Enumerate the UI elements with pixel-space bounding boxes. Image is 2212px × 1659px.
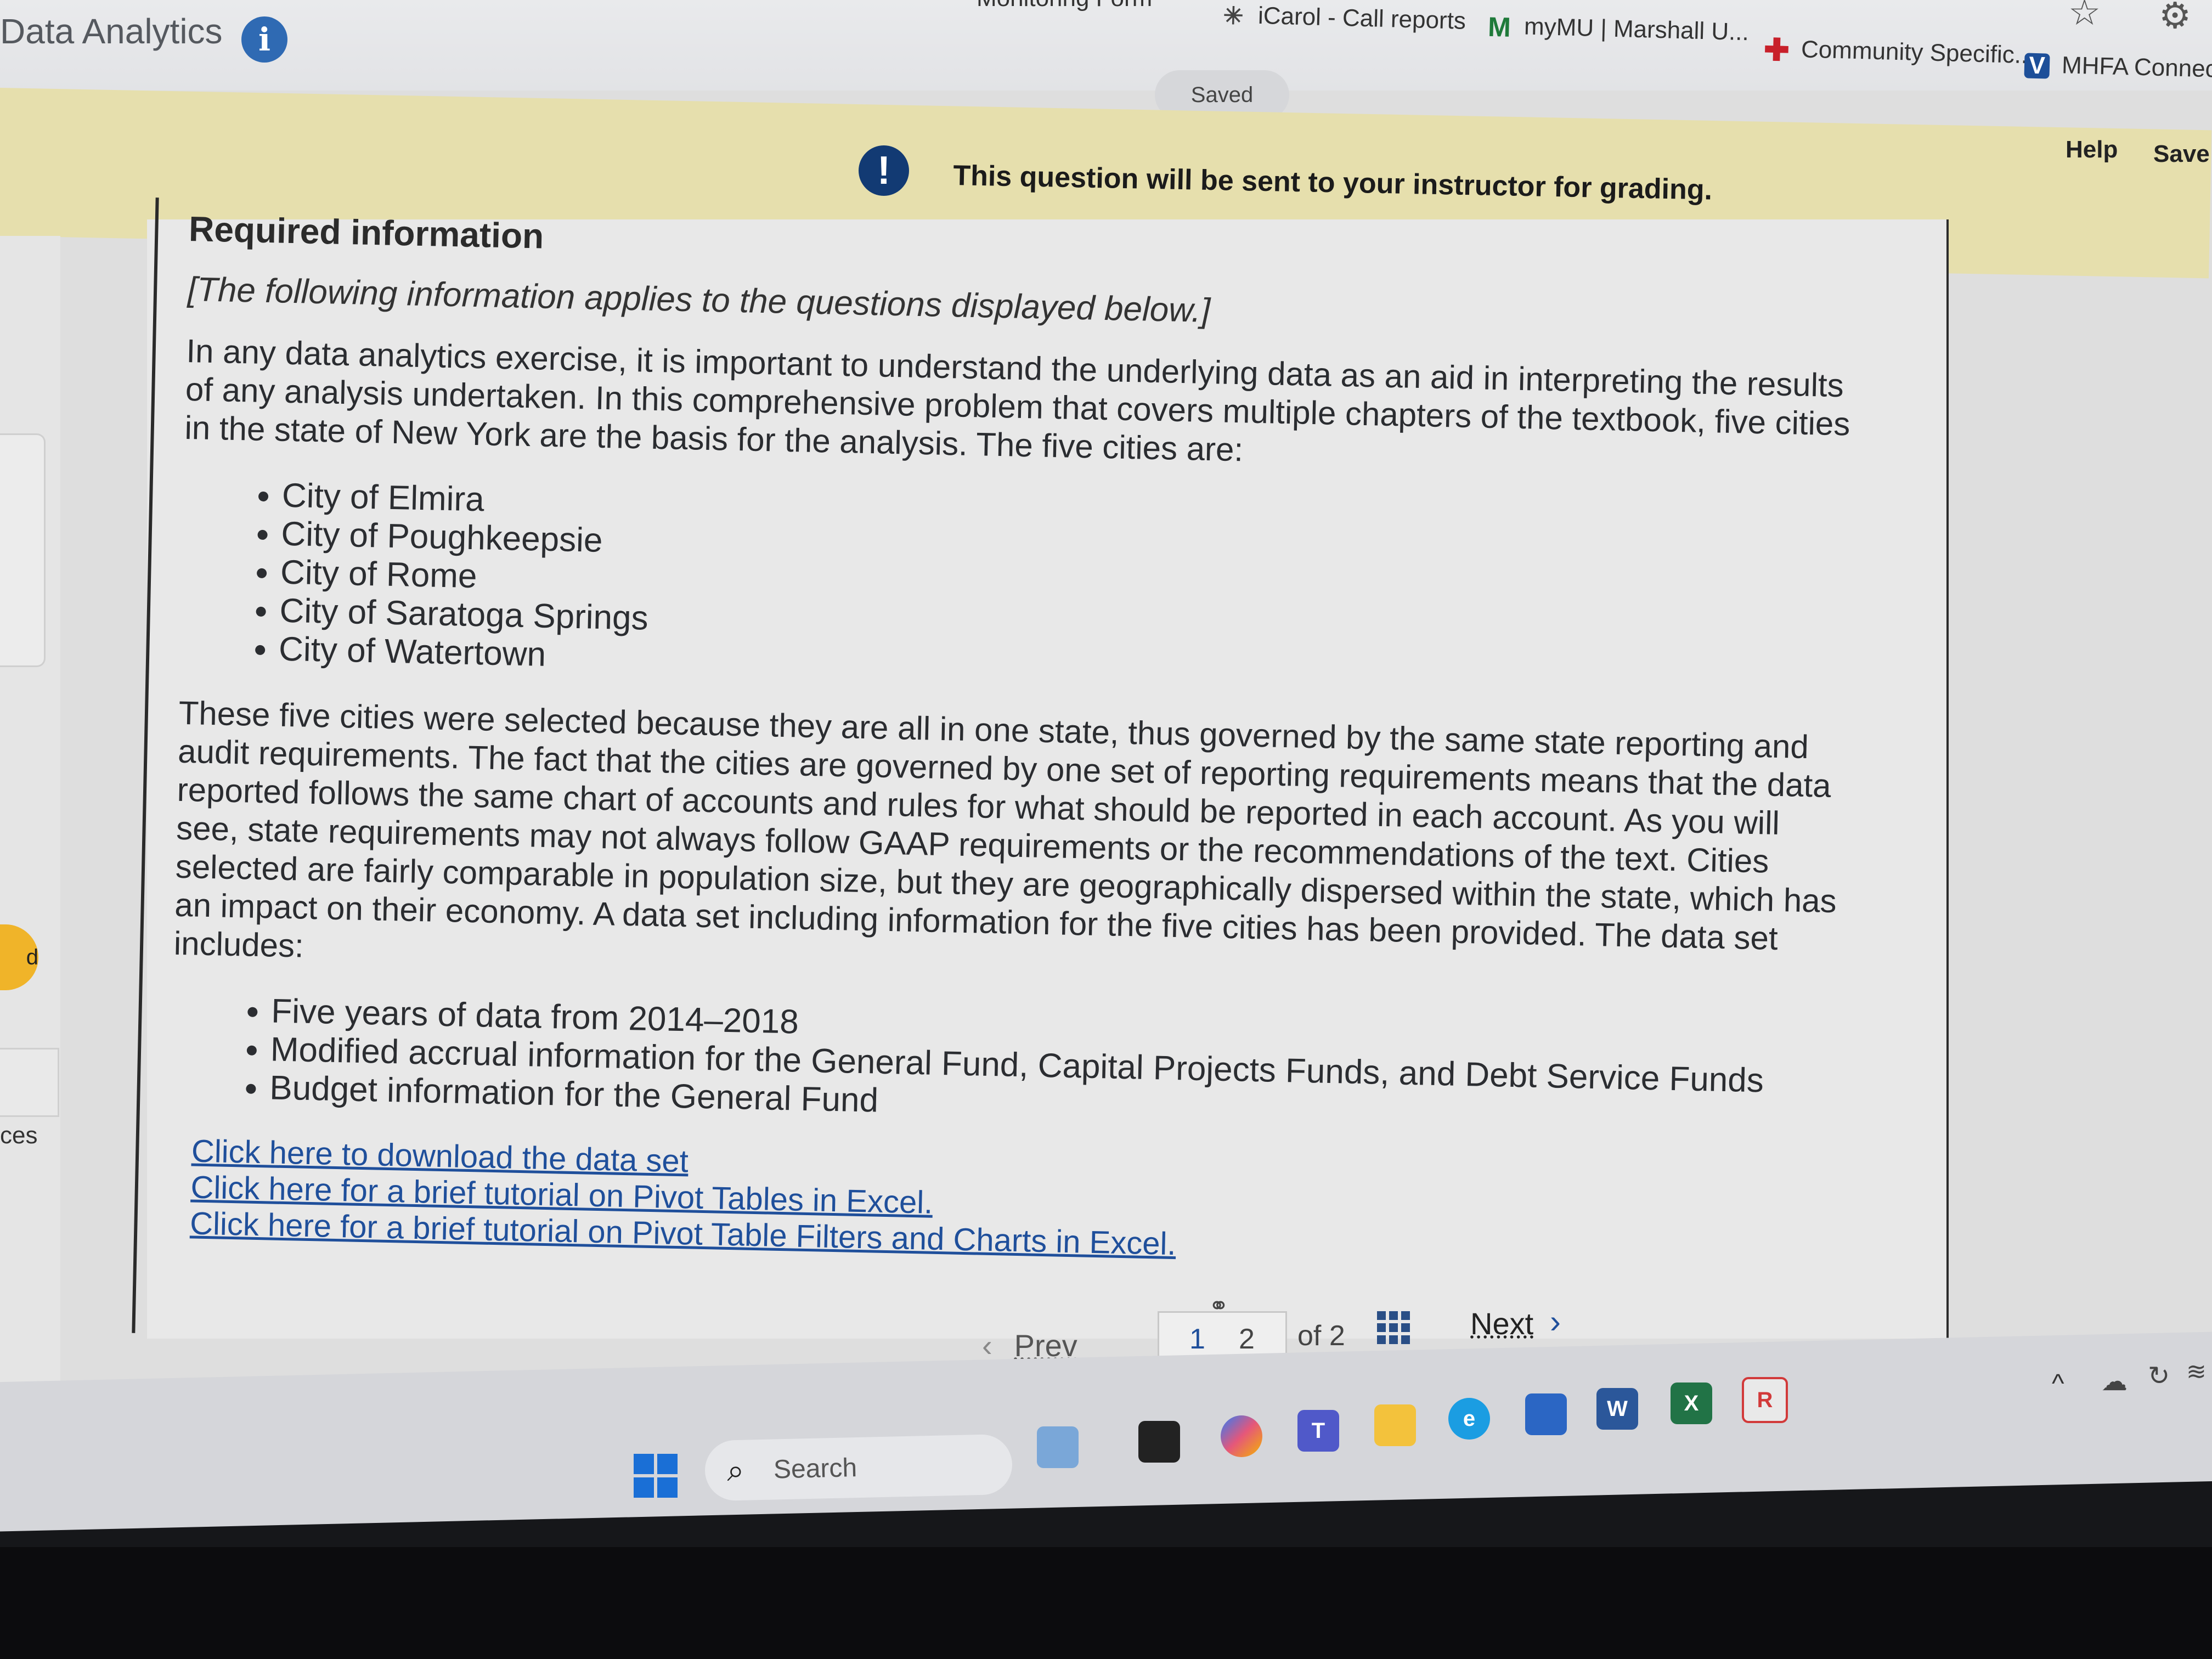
bookmark-mhfa[interactable]: V MHFA Connect Tu xyxy=(2024,50,2212,84)
marshall-m-icon: M xyxy=(1487,12,1511,43)
browser-bar: Data Analytics i Monitoring Form ✳ iCarol… xyxy=(0,0,2212,91)
rail-item[interactable] xyxy=(0,1048,59,1117)
grid-icon[interactable] xyxy=(1377,1311,1410,1344)
bookmark-monitoring-form[interactable]: Monitoring Form xyxy=(977,0,1152,12)
save-exit-link[interactable]: Save & xyxy=(2153,140,2212,168)
store-icon[interactable] xyxy=(1525,1393,1567,1435)
chevron-right-icon[interactable]: › xyxy=(1550,1302,1561,1340)
exclamation-icon: ! xyxy=(859,145,909,196)
bookmark-label: myMU | Marshall U... xyxy=(1523,13,1750,46)
bookmark-label: Monitoring Form xyxy=(977,0,1152,12)
applies-note: [The following information applies to th… xyxy=(187,270,1211,330)
rail-badge[interactable]: d xyxy=(0,924,38,990)
cities-list: City of Elmira City of Poughkeepsie City… xyxy=(180,475,1884,702)
task-view-icon[interactable] xyxy=(1138,1421,1180,1463)
explanation-paragraph: These five cities were selected because … xyxy=(173,694,1837,964)
bookmark-label: iCarol - Call reports xyxy=(1257,2,1466,35)
info-icon[interactable]: i xyxy=(241,16,287,63)
bookmark-label: Community Specific... xyxy=(1801,36,2035,69)
sync-icon[interactable]: ↻ xyxy=(2148,1361,2170,1391)
r-app-icon[interactable]: R xyxy=(1742,1377,1788,1423)
star-icon[interactable]: ☆ xyxy=(2068,0,2101,33)
left-rail: d ces xyxy=(0,236,60,1443)
page-2-button[interactable]: 2 xyxy=(1239,1323,1255,1356)
widgets-icon[interactable] xyxy=(1037,1426,1079,1468)
search-placeholder: Search xyxy=(773,1453,857,1485)
bookmark-mymu[interactable]: MmyMU | Marshall U... xyxy=(1486,12,1749,47)
chevron-left-icon: ‹ xyxy=(982,1328,992,1363)
extensions-icon[interactable]: ⚙ xyxy=(2159,0,2191,37)
red-cross-icon: ✚ xyxy=(1763,32,1790,68)
app-title: Data Analytics xyxy=(0,12,223,51)
bookmark-label: MHFA Connect Tu xyxy=(2061,52,2212,83)
monitor-bezel xyxy=(0,1547,2212,1659)
chevron-up-icon[interactable]: ^ xyxy=(2052,1369,2064,1399)
dataset-items-list: Five years of data from 2014–2018 Modifi… xyxy=(171,990,1874,1141)
intro-paragraph: In any data analytics exercise, it is im… xyxy=(184,332,1851,469)
file-explorer-icon[interactable] xyxy=(1374,1404,1416,1446)
word-icon[interactable]: W xyxy=(1596,1388,1638,1430)
search-icon: ⌕ xyxy=(726,1452,745,1488)
rail-label: ces xyxy=(0,1122,38,1149)
help-link[interactable]: Help xyxy=(2066,136,2118,163)
onedrive-icon[interactable]: ☁ xyxy=(2101,1366,2128,1397)
taskbar-search-input[interactable]: ⌕ Search xyxy=(704,1434,1013,1502)
next-button[interactable]: Next xyxy=(1470,1306,1533,1341)
v-icon: V xyxy=(2024,52,2050,80)
excel-icon[interactable]: X xyxy=(1671,1383,1712,1424)
required-info-section: Required information [The following info… xyxy=(168,208,1890,1277)
page-count: of 2 xyxy=(1297,1320,1345,1352)
wifi-icon[interactable]: ≋ xyxy=(2186,1358,2207,1386)
asterisk-icon: ✳ xyxy=(1222,2,1244,30)
rail-tab[interactable] xyxy=(0,433,46,667)
tab-title-partial: ...ttStu... xyxy=(1931,0,2013,5)
link-icon: ⚭ xyxy=(1209,1293,1229,1319)
page-1-button[interactable]: 1 xyxy=(1189,1323,1205,1356)
windows-start-icon[interactable] xyxy=(634,1454,678,1498)
bookmark-icarol[interactable]: ✳ iCarol - Call reports xyxy=(1220,1,1466,35)
edge-icon[interactable]: e xyxy=(1448,1398,1490,1440)
teams-icon[interactable]: T xyxy=(1297,1410,1339,1452)
copilot-icon[interactable] xyxy=(1221,1415,1262,1457)
bookmark-community[interactable]: ✚ Community Specific... xyxy=(1763,32,2035,70)
